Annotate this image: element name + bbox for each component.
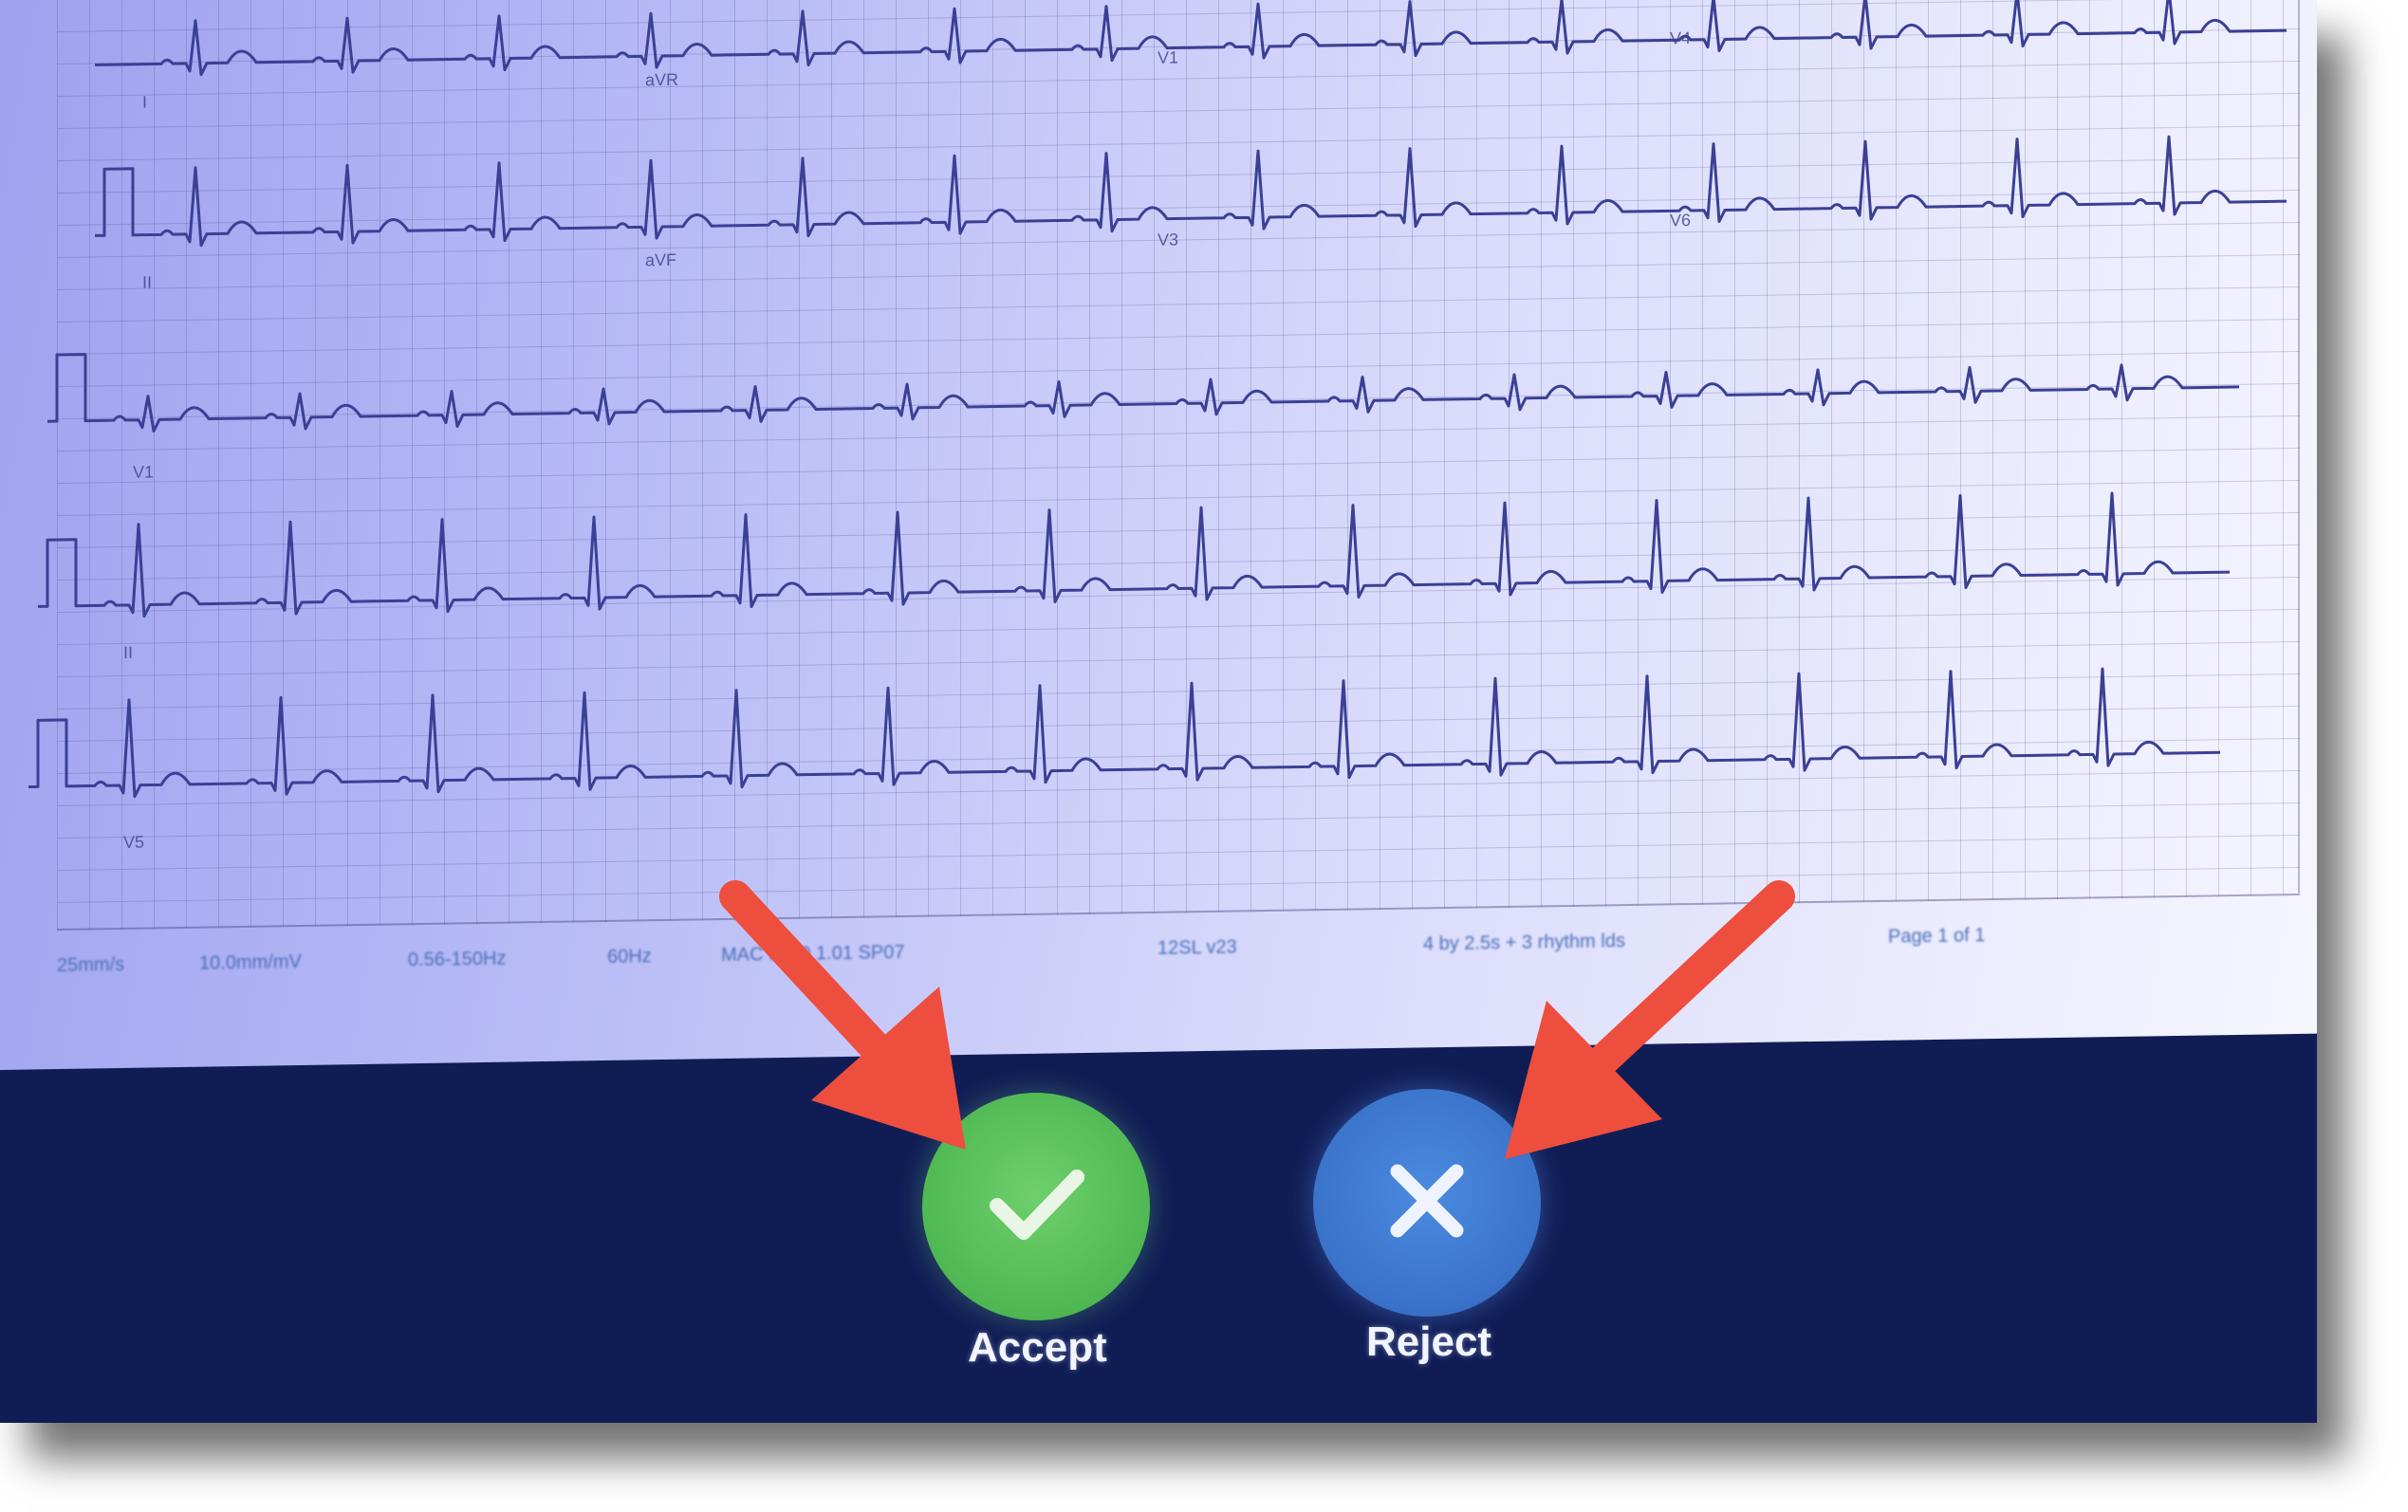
lead-label-v4: V4 (1670, 28, 1692, 48)
lead-label-rhythm-v1: V1 (133, 462, 155, 482)
reject-button[interactable] (1313, 1089, 1541, 1317)
ecg-report: I aVR V1 V4 II aVF V3 V6 V1 II V5 25mm/s… (0, 0, 2317, 1071)
footer-version: 12SL v23 (1158, 936, 1237, 959)
footer-notch: 60Hz (607, 946, 652, 968)
lead-label-v3: V3 (1158, 230, 1179, 249)
footer-speed: 25mm/s (57, 953, 125, 977)
ecg-trace-row-1 (95, 0, 2287, 77)
review-controls: Accept Reject (0, 1070, 2317, 1423)
device-screen: I aVR V1 V4 II aVF V3 V6 V1 II V5 25mm/s… (0, 0, 2317, 1423)
check-icon (984, 1162, 1088, 1252)
lead-label-rhythm-ii: II (123, 642, 134, 662)
footer-filter: 0.56-150Hz (408, 948, 507, 971)
lead-label-avr: aVR (645, 69, 679, 90)
lead-label-v6: V6 (1670, 211, 1692, 230)
lead-label-v1-top: V1 (1158, 47, 1179, 67)
accept-label[interactable]: Accept (968, 1324, 1107, 1372)
footer-gain: 10.0mm/mV (199, 951, 302, 974)
ecg-traces (28, 0, 2287, 799)
accept-button[interactable] (922, 1093, 1150, 1320)
ecg-trace-row-5 (28, 667, 2220, 799)
lead-label-ii: II (142, 272, 153, 292)
footer-format: 4 by 2.5s + 3 rhythm lds (1423, 931, 1625, 955)
footer-device: MAC 5500 1.01 SP07 (721, 942, 905, 967)
close-icon (1384, 1158, 1470, 1248)
lead-label-rhythm-v5: V5 (123, 832, 145, 852)
footer-page: Page 1 of 1 (1888, 925, 1986, 948)
ecg-trace-row-2 (95, 135, 2287, 248)
ecg-trace-row-4 (38, 491, 2230, 618)
reject-label[interactable]: Reject (1366, 1318, 1491, 1366)
lead-label-i: I (142, 92, 148, 112)
ecg-trace-row-3 (47, 353, 2239, 433)
lead-label-avf: aVF (645, 249, 677, 270)
